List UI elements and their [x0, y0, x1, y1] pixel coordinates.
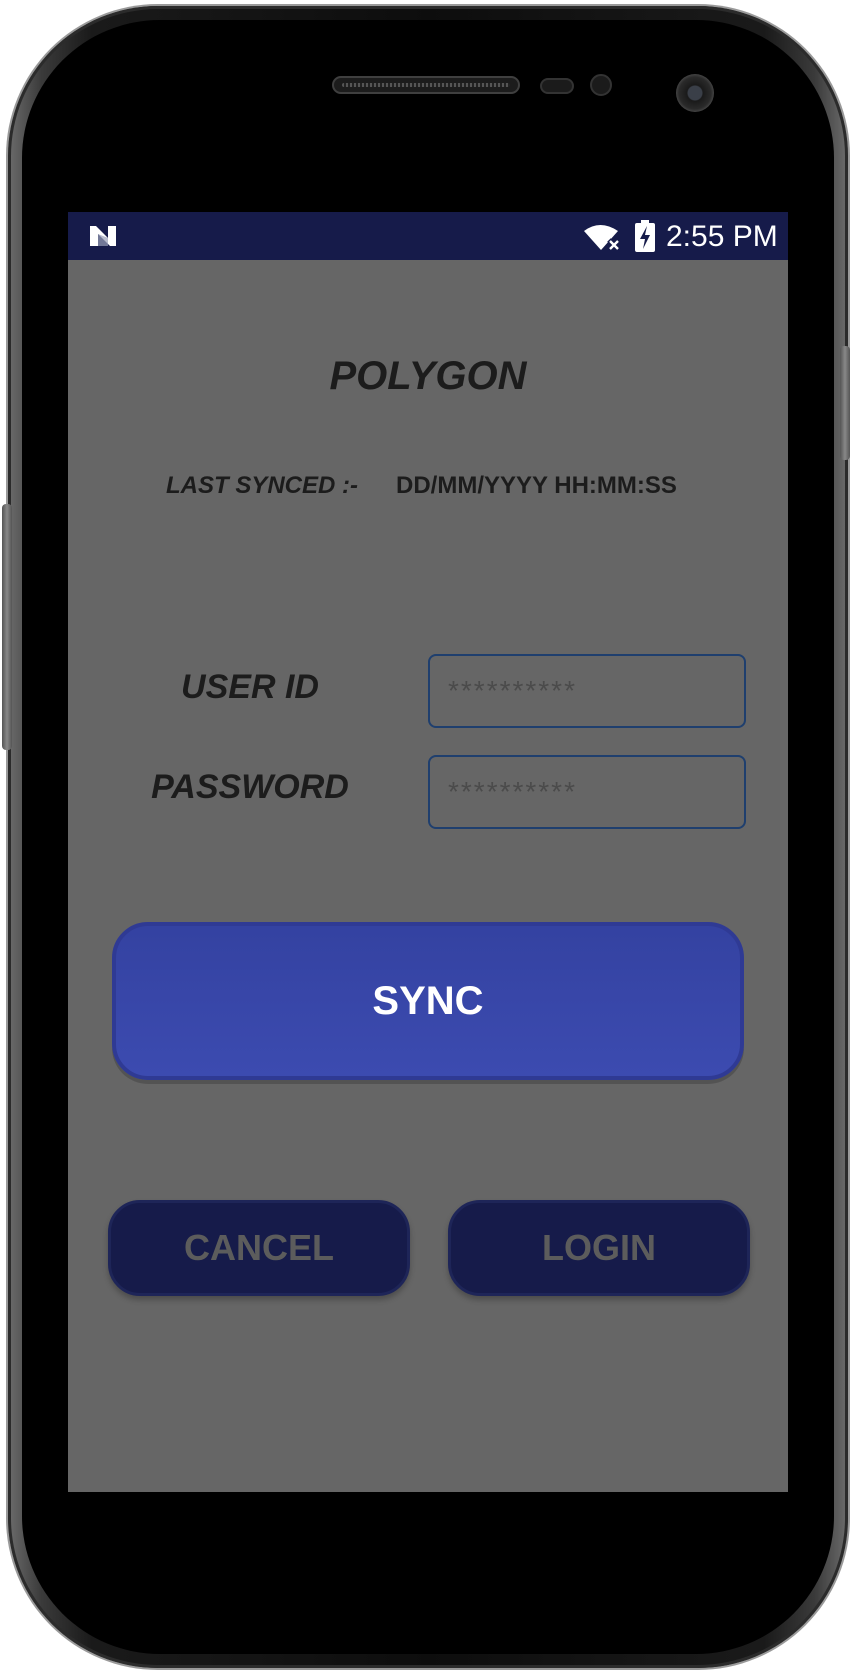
- wifi-off-icon: [584, 225, 621, 251]
- earpiece-speaker: [332, 76, 520, 94]
- power-button: [840, 346, 850, 460]
- login-button[interactable]: LOGIN: [448, 1200, 750, 1296]
- battery-charging-icon: [635, 220, 655, 252]
- volume-button: [2, 504, 12, 750]
- user-id-label: USER ID: [181, 668, 319, 706]
- app-screen: 2:55 PM POLYGON LAST SYNCED :- DD/MM/YYY…: [68, 212, 788, 1492]
- proximity-sensor: [540, 78, 574, 94]
- sync-button[interactable]: SYNC: [112, 922, 744, 1080]
- last-synced-value: DD/MM/YYYY HH:MM:SS: [396, 472, 677, 499]
- front-camera: [676, 74, 714, 112]
- app-title: POLYGON: [329, 354, 527, 398]
- status-bar: 2:55 PM: [68, 212, 788, 260]
- password-label: PASSWORD: [151, 768, 349, 806]
- password-input[interactable]: [428, 755, 746, 829]
- last-synced-label: LAST SYNCED :-: [166, 472, 358, 499]
- n-icon: [90, 226, 116, 246]
- status-time: 2:55 PM: [666, 220, 778, 253]
- light-sensor: [590, 74, 612, 96]
- user-id-input[interactable]: [428, 654, 746, 728]
- cancel-button[interactable]: CANCEL: [108, 1200, 410, 1296]
